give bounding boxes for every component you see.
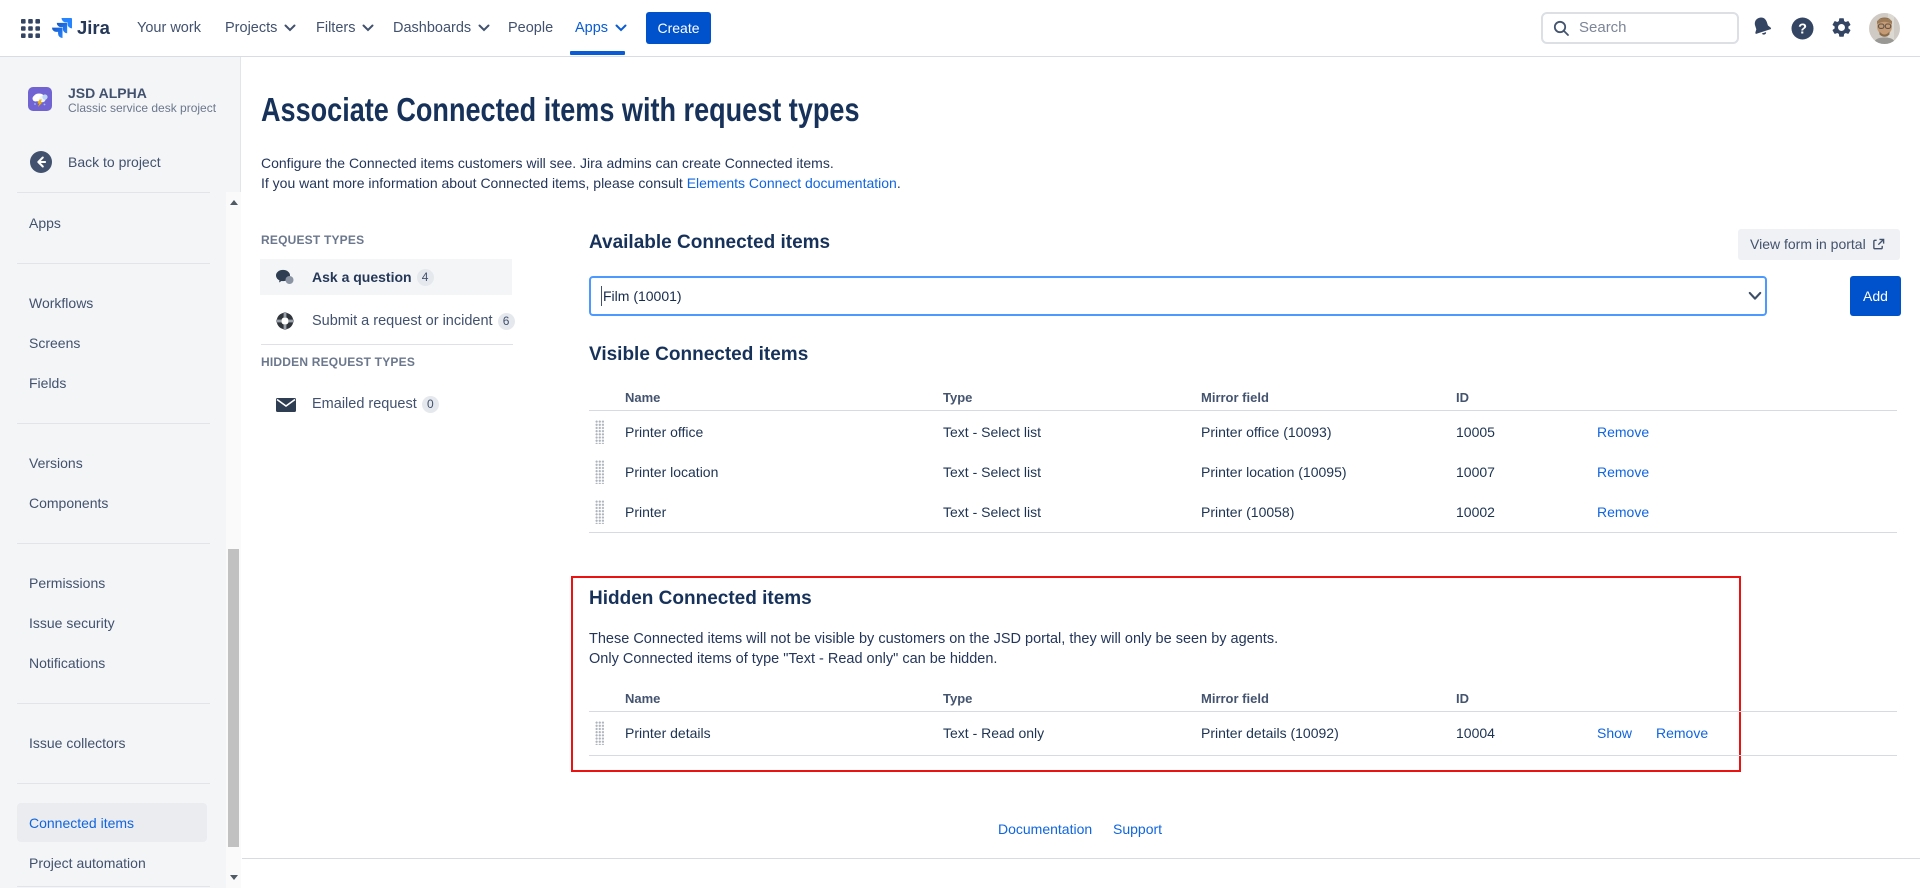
svg-text:?: ? — [1798, 22, 1807, 38]
